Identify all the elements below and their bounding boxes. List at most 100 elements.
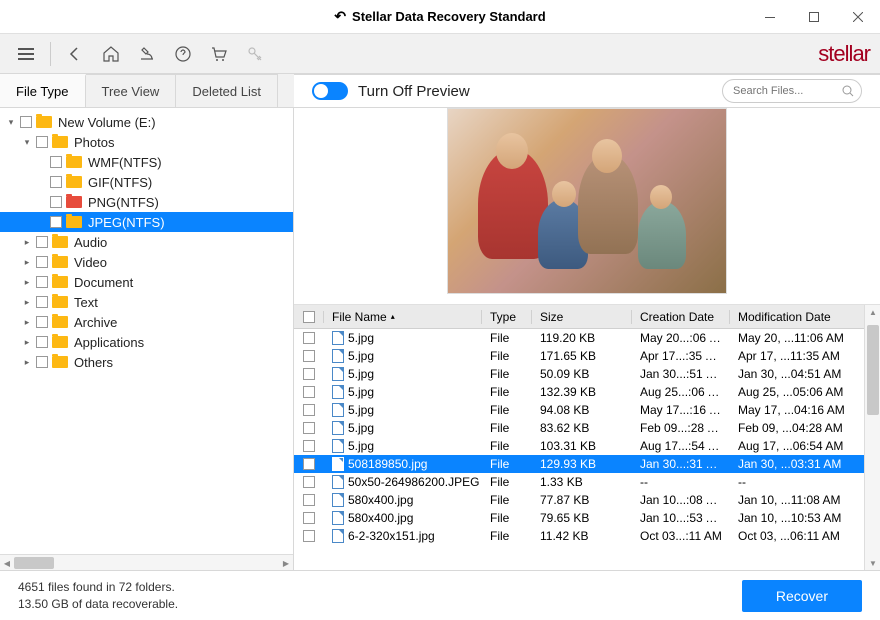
scroll-right-icon[interactable]: ▶: [279, 555, 293, 570]
register-button[interactable]: [239, 38, 271, 70]
row-checkbox[interactable]: [303, 476, 315, 488]
checkbox[interactable]: [36, 256, 48, 268]
file-type: File: [482, 403, 532, 417]
deep-scan-button[interactable]: [131, 38, 163, 70]
scroll-thumb[interactable]: [14, 557, 54, 569]
minimize-button[interactable]: [748, 0, 792, 34]
collapse-icon[interactable]: ▾: [22, 137, 32, 148]
expand-icon[interactable]: ▸: [22, 277, 32, 288]
col-header-size[interactable]: Size: [532, 310, 632, 324]
preview-toggle[interactable]: [312, 82, 348, 100]
scroll-down-icon[interactable]: ▼: [865, 556, 880, 570]
table-row[interactable]: 5.jpgFile119.20 KBMay 20...:06 AMMay 20,…: [294, 329, 880, 347]
row-checkbox[interactable]: [303, 386, 315, 398]
tree-node-text[interactable]: ▸ Text: [0, 292, 293, 312]
file-modification-date: Oct 03, ...06:11 AM: [730, 529, 880, 543]
tree-node-jpeg[interactable]: JPEG(NTFS): [0, 212, 293, 232]
tree-node-applications[interactable]: ▸ Applications: [0, 332, 293, 352]
tree-h-scrollbar[interactable]: ◀ ▶: [0, 554, 293, 570]
help-button[interactable]: [167, 38, 199, 70]
row-checkbox[interactable]: [303, 368, 315, 380]
close-button[interactable]: [836, 0, 880, 34]
expand-icon[interactable]: ▸: [22, 237, 32, 248]
table-row[interactable]: 508189850.jpgFile129.93 KBJan 30...:31 A…: [294, 455, 880, 473]
table-row[interactable]: 580x400.jpgFile77.87 KBJan 10...:08 AMJa…: [294, 491, 880, 509]
row-checkbox[interactable]: [303, 440, 315, 452]
tree-node-archive[interactable]: ▸ Archive: [0, 312, 293, 332]
scroll-thumb[interactable]: [867, 325, 879, 415]
table-row[interactable]: 5.jpgFile94.08 KBMay 17...:16 AMMay 17, …: [294, 401, 880, 419]
tab-tree-view[interactable]: Tree View: [86, 74, 177, 107]
row-checkbox[interactable]: [303, 350, 315, 362]
tree-node-others[interactable]: ▸ Others: [0, 352, 293, 372]
expand-icon[interactable]: ▸: [22, 297, 32, 308]
menu-button[interactable]: [10, 38, 42, 70]
file-size: 94.08 KB: [532, 403, 632, 417]
table-row[interactable]: 5.jpgFile132.39 KBAug 25...:06 AMAug 25,…: [294, 383, 880, 401]
table-row[interactable]: 5.jpgFile83.62 KBFeb 09...:28 AMFeb 09, …: [294, 419, 880, 437]
col-header-type[interactable]: Type: [482, 310, 532, 324]
nav-back-button[interactable]: [59, 38, 91, 70]
checkbox[interactable]: [36, 136, 48, 148]
row-checkbox[interactable]: [303, 404, 315, 416]
row-checkbox[interactable]: [303, 332, 315, 344]
table-row[interactable]: 5.jpgFile103.31 KBAug 17...:54 AMAug 17,…: [294, 437, 880, 455]
tab-file-type[interactable]: File Type: [0, 74, 86, 107]
file-size: 77.87 KB: [532, 493, 632, 507]
brand-logo: stellar: [818, 41, 870, 67]
scroll-up-icon[interactable]: ▲: [865, 305, 880, 319]
grid-v-scrollbar[interactable]: ▲ ▼: [864, 305, 880, 570]
row-checkbox[interactable]: [303, 530, 315, 542]
file-size: 132.39 KB: [532, 385, 632, 399]
expand-icon[interactable]: ▸: [22, 257, 32, 268]
col-header-name[interactable]: File Name▴: [324, 310, 482, 324]
table-row[interactable]: 6-2-320x151.jpgFile11.42 KBOct 03...:11 …: [294, 527, 880, 545]
tree-node-gif[interactable]: GIF(NTFS): [0, 172, 293, 192]
checkbox[interactable]: [36, 336, 48, 348]
tree-node-photos[interactable]: ▾ Photos: [0, 132, 293, 152]
preview-toggle-label: Turn Off Preview: [358, 83, 470, 100]
tree-node-audio[interactable]: ▸ Audio: [0, 232, 293, 252]
row-checkbox[interactable]: [303, 422, 315, 434]
checkbox[interactable]: [50, 216, 62, 228]
row-checkbox[interactable]: [303, 458, 315, 470]
key-icon: [246, 45, 264, 63]
table-row[interactable]: 580x400.jpgFile79.65 KBJan 10...:53 AMJa…: [294, 509, 880, 527]
table-row[interactable]: 5.jpgFile50.09 KBJan 30...:51 AMJan 30, …: [294, 365, 880, 383]
checkbox[interactable]: [50, 156, 62, 168]
checkbox[interactable]: [50, 196, 62, 208]
file-icon: [332, 529, 344, 543]
tab-deleted-list[interactable]: Deleted List: [176, 74, 278, 107]
search-input[interactable]: [722, 79, 862, 103]
tree-node-video[interactable]: ▸ Video: [0, 252, 293, 272]
home-button[interactable]: [95, 38, 127, 70]
scroll-left-icon[interactable]: ◀: [0, 555, 14, 570]
collapse-icon[interactable]: ▾: [6, 117, 16, 128]
checkbox[interactable]: [36, 296, 48, 308]
checkbox[interactable]: [36, 236, 48, 248]
tree-node-wmf[interactable]: WMF(NTFS): [0, 152, 293, 172]
tree-node-png[interactable]: PNG(NTFS): [0, 192, 293, 212]
table-row[interactable]: 50x50-264986200.JPEGFile1.33 KB----: [294, 473, 880, 491]
row-checkbox[interactable]: [303, 512, 315, 524]
col-header-modification[interactable]: Modification Date: [730, 310, 880, 324]
file-creation-date: Aug 25...:06 AM: [632, 385, 730, 399]
maximize-button[interactable]: [792, 0, 836, 34]
tree-node-root[interactable]: ▾ New Volume (E:): [0, 112, 293, 132]
checkbox[interactable]: [36, 276, 48, 288]
table-row[interactable]: 5.jpgFile171.65 KBApr 17...:35 AMApr 17,…: [294, 347, 880, 365]
select-all-checkbox[interactable]: [303, 311, 315, 323]
checkbox[interactable]: [36, 316, 48, 328]
tree-node-document[interactable]: ▸ Document: [0, 272, 293, 292]
app-title: Stellar Data Recovery Standard: [352, 9, 546, 24]
checkbox[interactable]: [50, 176, 62, 188]
col-header-creation[interactable]: Creation Date: [632, 310, 730, 324]
checkbox[interactable]: [36, 356, 48, 368]
expand-icon[interactable]: ▸: [22, 337, 32, 348]
recover-button[interactable]: Recover: [742, 580, 862, 612]
row-checkbox[interactable]: [303, 494, 315, 506]
expand-icon[interactable]: ▸: [22, 317, 32, 328]
checkbox[interactable]: [20, 116, 32, 128]
buy-button[interactable]: [203, 38, 235, 70]
expand-icon[interactable]: ▸: [22, 357, 32, 368]
